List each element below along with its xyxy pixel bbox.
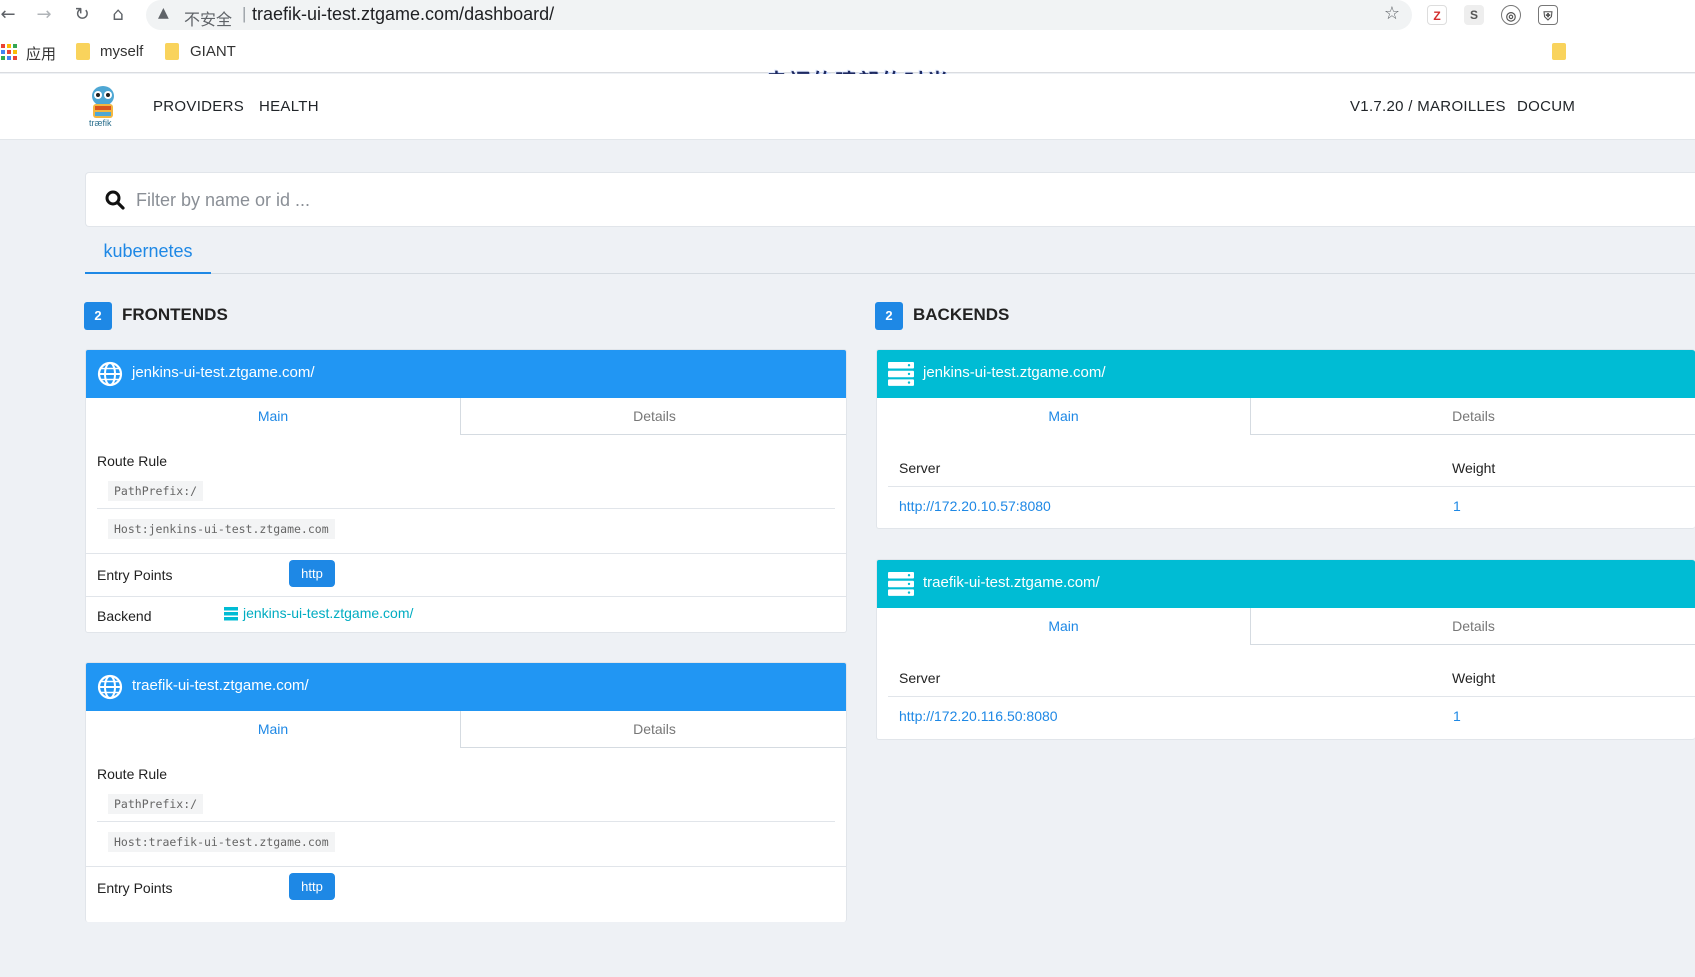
search-icon: [105, 190, 125, 210]
reload-icon[interactable]: ↻: [70, 3, 94, 27]
warning-icon: ▲: [158, 5, 169, 21]
frontend-name: jenkins-ui-test.ztgame.com/: [132, 364, 315, 381]
url-text[interactable]: traefik-ui-test.ztgame.com/dashboard/: [252, 4, 554, 25]
server-weight: 1: [1453, 708, 1461, 724]
globe-icon: [97, 674, 123, 700]
backend-card-header: traefik-ui-test.ztgame.com/: [877, 560, 1695, 608]
shield-extension-icon[interactable]: ⛨: [1538, 5, 1558, 25]
tab-details[interactable]: Details: [1251, 608, 1695, 645]
backends-header: 2 BACKENDS: [875, 302, 1175, 330]
backend-subtabs: Main Details: [877, 398, 1695, 435]
globe-icon: [97, 361, 123, 387]
address-bar[interactable]: ▲ 不安全 | traefik-ui-test.ztgame.com/dashb…: [146, 0, 1412, 30]
home-icon[interactable]: ⌂: [106, 3, 130, 27]
backend-name: traefik-ui-test.ztgame.com/: [923, 574, 1100, 591]
backend-link[interactable]: jenkins-ui-test.ztgame.com/: [243, 605, 413, 621]
nav-documentation[interactable]: DOCUM: [1517, 98, 1575, 115]
tab-details[interactable]: Details: [1251, 398, 1695, 435]
bookmark-myself[interactable]: myself: [100, 43, 143, 60]
browser-toolbar: ← → ↻ ⌂ ▲ 不安全 | traefik-ui-test.ztgame.c…: [0, 0, 1695, 30]
logo-text: træfik: [89, 118, 112, 128]
frontend-card-header: jenkins-ui-test.ztgame.com/: [86, 350, 846, 398]
tab-kubernetes[interactable]: kubernetes: [85, 236, 211, 274]
frontend-card-header: traefik-ui-test.ztgame.com/: [86, 663, 846, 711]
tab-main[interactable]: Main: [86, 711, 461, 748]
divider: [86, 866, 846, 867]
search-box: [85, 172, 1695, 227]
app-header: træfik PROVIDERS HEALTH V1.7.20 / MAROIL…: [0, 74, 1695, 140]
backends-count-badge: 2: [875, 302, 903, 330]
divider: [86, 553, 846, 554]
weight-column-header: Weight: [1452, 460, 1496, 476]
frontends-count-badge: 2: [84, 302, 112, 330]
server-column-header: Server: [899, 460, 941, 476]
divider: [97, 821, 835, 822]
tab-main[interactable]: Main: [86, 398, 461, 435]
back-arrow-icon[interactable]: ←: [0, 3, 20, 27]
nav-providers[interactable]: PROVIDERS: [153, 98, 244, 115]
bookmark-apps[interactable]: 应用: [26, 43, 56, 64]
server-url-link[interactable]: http://172.20.10.57:8080: [899, 498, 1051, 514]
tab-details[interactable]: Details: [461, 398, 846, 435]
apps-grid-icon[interactable]: [1, 44, 17, 60]
route-rule-label: Route Rule: [97, 766, 168, 782]
backend-card: traefik-ui-test.ztgame.com/ Main Details…: [876, 559, 1695, 740]
backend-label: Backend: [97, 608, 152, 624]
divider: [86, 596, 846, 597]
server-icon: [224, 607, 238, 621]
weight-column-header: Weight: [1452, 670, 1496, 686]
zotero-extension-icon[interactable]: Z: [1427, 5, 1447, 25]
bookmark-giant[interactable]: GIANT: [190, 43, 236, 60]
frontend-subtabs: Main Details: [86, 711, 846, 748]
divider: [888, 696, 1695, 697]
tab-main[interactable]: Main: [877, 398, 1251, 435]
circle-extension-icon[interactable]: ◎: [1501, 5, 1521, 25]
route-rule-value: Host:traefik-ui-test.ztgame.com: [108, 832, 335, 852]
bookmark-star-icon[interactable]: ☆: [1384, 3, 1400, 24]
backend-name: jenkins-ui-test.ztgame.com/: [923, 364, 1106, 381]
server-column-header: Server: [899, 670, 941, 686]
frontends-header: 2 FRONTENDS: [84, 302, 384, 330]
entry-point-badge: http: [289, 560, 335, 587]
backend-card: jenkins-ui-test.ztgame.com/ Main Details…: [876, 349, 1695, 529]
provider-tabs: kubernetes: [85, 236, 1695, 274]
nav-health[interactable]: HEALTH: [259, 98, 319, 115]
server-stack-icon: [888, 362, 914, 386]
backends-title: BACKENDS: [913, 305, 1010, 324]
folder-icon[interactable]: [1552, 43, 1566, 60]
entry-points-label: Entry Points: [97, 567, 173, 583]
frontend-card: traefik-ui-test.ztgame.com/ Main Details…: [85, 662, 847, 922]
route-rule-label: Route Rule: [97, 453, 168, 469]
tab-main[interactable]: Main: [877, 608, 1251, 645]
version-label[interactable]: V1.7.20 / MAROILLES: [1350, 98, 1506, 115]
route-rule-value: PathPrefix:/: [108, 794, 204, 814]
entry-point-badge: http: [289, 873, 335, 900]
search-input[interactable]: [136, 185, 1036, 215]
server-url-link[interactable]: http://172.20.116.50:8080: [899, 708, 1058, 724]
backend-card-header: jenkins-ui-test.ztgame.com/: [877, 350, 1695, 398]
route-rule-value: PathPrefix:/: [108, 481, 204, 501]
entry-points-label: Entry Points: [97, 880, 173, 896]
s-extension-icon[interactable]: S: [1464, 5, 1484, 25]
frontend-name: traefik-ui-test.ztgame.com/: [132, 677, 309, 694]
backend-subtabs: Main Details: [877, 608, 1695, 645]
server-stack-icon: [888, 572, 914, 596]
forward-arrow-icon[interactable]: →: [32, 3, 56, 27]
route-rule-value: Host:jenkins-ui-test.ztgame.com: [108, 519, 335, 539]
server-weight: 1: [1453, 498, 1461, 514]
tab-details[interactable]: Details: [461, 711, 846, 748]
frontend-subtabs: Main Details: [86, 398, 846, 435]
frontend-card: jenkins-ui-test.ztgame.com/ Main Details…: [85, 349, 847, 633]
folder-icon: [165, 43, 179, 60]
address-separator: |: [242, 4, 247, 23]
divider: [888, 486, 1695, 487]
frontends-title: FRONTENDS: [122, 305, 228, 324]
folder-icon: [76, 43, 90, 60]
bookmarks-bar: 应用 myself GIANT 幸福的晴朗的时光: [0, 30, 1695, 94]
insecure-label: 不安全: [184, 12, 233, 29]
divider: [97, 508, 835, 509]
